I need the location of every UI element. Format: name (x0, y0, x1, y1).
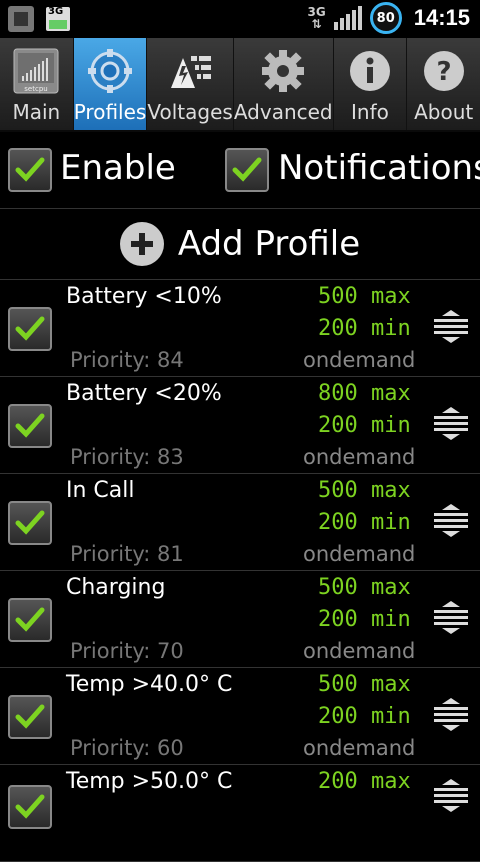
profile-row[interactable]: Battery <20% 800 max 200 min Priority: 8… (0, 377, 480, 474)
profile-max-freq: 500 max (318, 575, 411, 600)
profile-row[interactable]: Temp >50.0° C 200 max (0, 765, 480, 862)
checkmark-icon (15, 157, 45, 182)
add-profile-button[interactable]: Add Profile (0, 209, 480, 280)
profile-governor: ondemand (303, 348, 416, 372)
checkmark-icon (15, 704, 45, 729)
voltage-list-icon (167, 48, 213, 94)
profile-min-freq: 200 min (318, 607, 411, 632)
checkmark-icon (232, 157, 262, 182)
network-3g-icon: 3G (46, 6, 70, 31)
svg-text:?: ? (436, 57, 451, 87)
svg-text:setcpu: setcpu (25, 85, 48, 93)
tab-advanced[interactable]: Advanced (234, 38, 334, 130)
signal-strength-icon (333, 6, 362, 30)
cpu-chip-icon (8, 6, 34, 32)
profile-name: Battery <10% (66, 284, 222, 309)
battery-level-icon: 80 (369, 2, 402, 34)
profile-max-freq: 800 max (318, 381, 411, 406)
profile-max-freq: 500 max (318, 672, 411, 697)
profile-min-freq: 200 min (318, 510, 411, 535)
profile-list: Battery <10% 500 max 200 min Priority: 8… (0, 280, 480, 862)
plus-icon (119, 222, 164, 266)
profile-name: Charging (66, 575, 166, 600)
profile-row[interactable]: Battery <10% 500 max 200 min Priority: 8… (0, 280, 480, 377)
profile-checkbox[interactable] (8, 501, 52, 545)
drag-handle-icon[interactable] (432, 601, 470, 635)
profile-priority: Priority: 70 (70, 639, 184, 663)
settings-row: Enable Notifications (0, 132, 480, 209)
profile-max-freq: 500 max (318, 478, 411, 503)
checkmark-icon (15, 607, 45, 632)
profile-priority: Priority: 60 (70, 736, 184, 760)
tab-bar: setcpu Main Profiles Voltages Advanced I… (0, 38, 480, 132)
profile-governor: ondemand (303, 736, 416, 760)
profile-name: In Call (66, 478, 135, 503)
tab-main[interactable]: setcpu Main (0, 38, 74, 130)
status-bar: 3G 3G ⇅ 80 14:15 (0, 0, 480, 38)
tab-about[interactable]: ? About (407, 38, 480, 130)
drag-handle-icon[interactable] (432, 698, 470, 732)
profile-min-freq: 200 min (318, 704, 411, 729)
data-transfer-icon: 3G ⇅ (307, 5, 326, 31)
gear-icon (87, 48, 133, 94)
tab-voltages[interactable]: Voltages (147, 38, 234, 130)
profile-name: Temp >40.0° C (66, 672, 233, 697)
profile-checkbox[interactable] (8, 404, 52, 448)
profile-governor: ondemand (303, 542, 416, 566)
profile-max-freq: 500 max (318, 284, 411, 309)
checkmark-icon (15, 316, 45, 341)
enable-checkbox[interactable] (8, 148, 52, 192)
drag-handle-icon[interactable] (432, 407, 470, 441)
profile-name: Battery <20% (66, 381, 222, 406)
drag-handle-icon[interactable] (432, 310, 470, 344)
profile-checkbox[interactable] (8, 785, 52, 829)
profile-checkbox[interactable] (8, 695, 52, 739)
checkmark-icon (15, 794, 45, 819)
profile-governor: ondemand (303, 445, 416, 469)
tab-profiles[interactable]: Profiles (73, 38, 148, 130)
drag-handle-icon[interactable] (432, 779, 470, 813)
profile-checkbox[interactable] (8, 598, 52, 642)
profile-governor: ondemand (303, 639, 416, 663)
drag-handle-icon[interactable] (432, 504, 470, 538)
notifications-checkbox[interactable] (225, 148, 269, 192)
profile-priority: Priority: 83 (70, 445, 184, 469)
clock: 14:15 (413, 5, 470, 30)
question-icon: ? (421, 48, 467, 94)
profile-priority: Priority: 81 (70, 542, 184, 566)
profile-min-freq: 200 min (318, 413, 411, 438)
notifications-label: Notifications (278, 148, 480, 188)
profile-priority: Priority: 84 (70, 348, 184, 372)
profile-row[interactable]: Charging 500 max 200 min Priority: 70 on… (0, 571, 480, 668)
checkmark-icon (15, 510, 45, 535)
profile-row[interactable]: Temp >40.0° C 500 max 200 min Priority: … (0, 668, 480, 765)
setcpu-icon: setcpu (13, 48, 59, 94)
profile-max-freq: 200 max (318, 769, 411, 794)
info-icon (347, 48, 393, 94)
profile-min-freq: 200 min (318, 316, 411, 341)
add-profile-label: Add Profile (177, 224, 361, 264)
enable-label: Enable (60, 148, 176, 188)
profile-checkbox[interactable] (8, 307, 52, 351)
profile-row[interactable]: In Call 500 max 200 min Priority: 81 ond… (0, 474, 480, 571)
checkmark-icon (15, 413, 45, 438)
cog-icon (260, 48, 306, 94)
tab-info[interactable]: Info (334, 38, 408, 130)
profile-name: Temp >50.0° C (66, 769, 233, 794)
